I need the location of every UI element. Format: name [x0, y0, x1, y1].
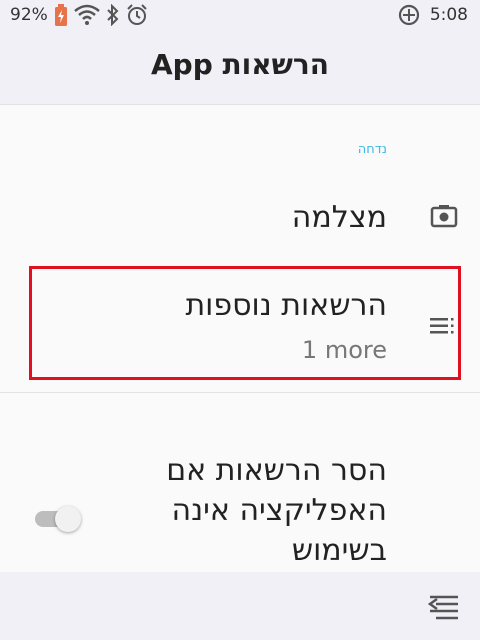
battery-charging-icon	[54, 4, 68, 26]
remove-permissions-toggle-item[interactable]: הסר הרשאות אם האפליקציה אינה בשימוש	[0, 393, 480, 573]
bottom-bar	[0, 572, 480, 640]
toggle-thumb[interactable]	[55, 506, 81, 532]
camera-icon	[430, 204, 458, 228]
alarm-icon	[126, 4, 148, 26]
status-left: 92%	[10, 4, 148, 26]
nav-menu-icon[interactable]	[428, 594, 462, 620]
battery-percent: 92%	[10, 5, 48, 25]
permission-item-camera[interactable]: מצלמה	[0, 174, 480, 264]
status-time: 5:08	[429, 5, 468, 25]
status-bar: 92% 5:08	[0, 0, 480, 32]
page-title: הרשאות App	[151, 48, 329, 81]
permission-list: נדחה מצלמה הרשאות נוספות 1 more הסר הרשא…	[0, 112, 480, 572]
screen: 92% 5:08 הרשאות App נדחה מצלמה הרשאות נו…	[0, 0, 480, 640]
section-header-denied: נדחה	[357, 142, 387, 157]
data-saver-icon	[398, 4, 420, 26]
app-bar: הרשאות App	[0, 32, 480, 105]
toggle-title: הסר הרשאות אם האפליקציה אינה בשימוש	[166, 453, 387, 568]
permission-title: מצלמה	[291, 200, 387, 235]
status-right: 5:08	[398, 4, 468, 26]
highlight-box	[29, 266, 461, 380]
bluetooth-icon	[106, 4, 120, 26]
wifi-icon	[73, 4, 100, 26]
